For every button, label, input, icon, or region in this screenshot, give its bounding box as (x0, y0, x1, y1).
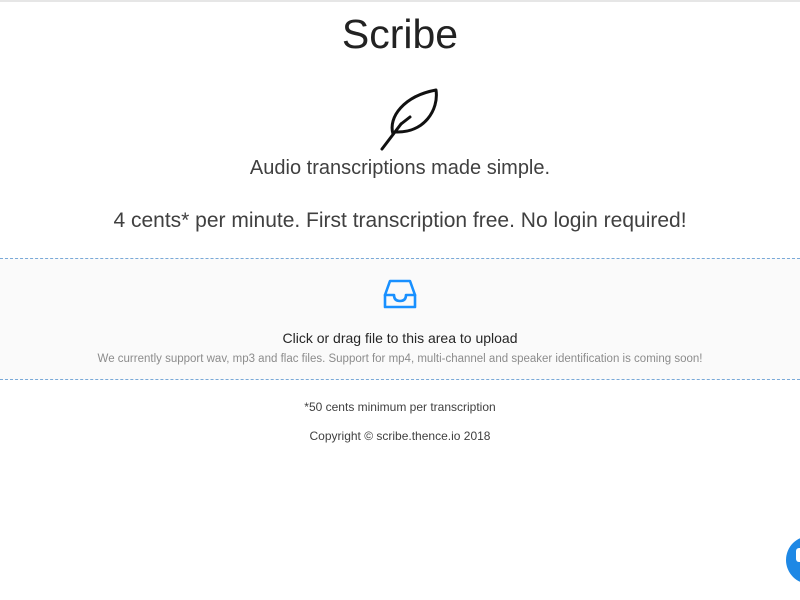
pricing-text: 4 cents* per minute. First transcription… (113, 209, 687, 232)
upload-prompt: Click or drag file to this area to uploa… (282, 330, 518, 346)
top-divider (0, 0, 800, 2)
tagline: Audio transcriptions made simple. (249, 157, 551, 179)
chat-button[interactable] (786, 536, 800, 584)
chat-icon (796, 548, 800, 562)
upload-hint: We currently support wav, mp3 and flac f… (97, 353, 703, 365)
page: Scribe Audio transcriptions made simple.… (0, 0, 800, 600)
copyright: Copyright © scribe.thence.io 2018 (309, 429, 491, 443)
upload-dropzone[interactable]: Click or drag file to this area to uploa… (0, 258, 800, 380)
feather-icon (380, 88, 438, 151)
page-title: Scribe (341, 11, 459, 57)
pricing-footnote: *50 cents minimum per transcription (304, 400, 496, 414)
inbox-icon (383, 279, 417, 309)
